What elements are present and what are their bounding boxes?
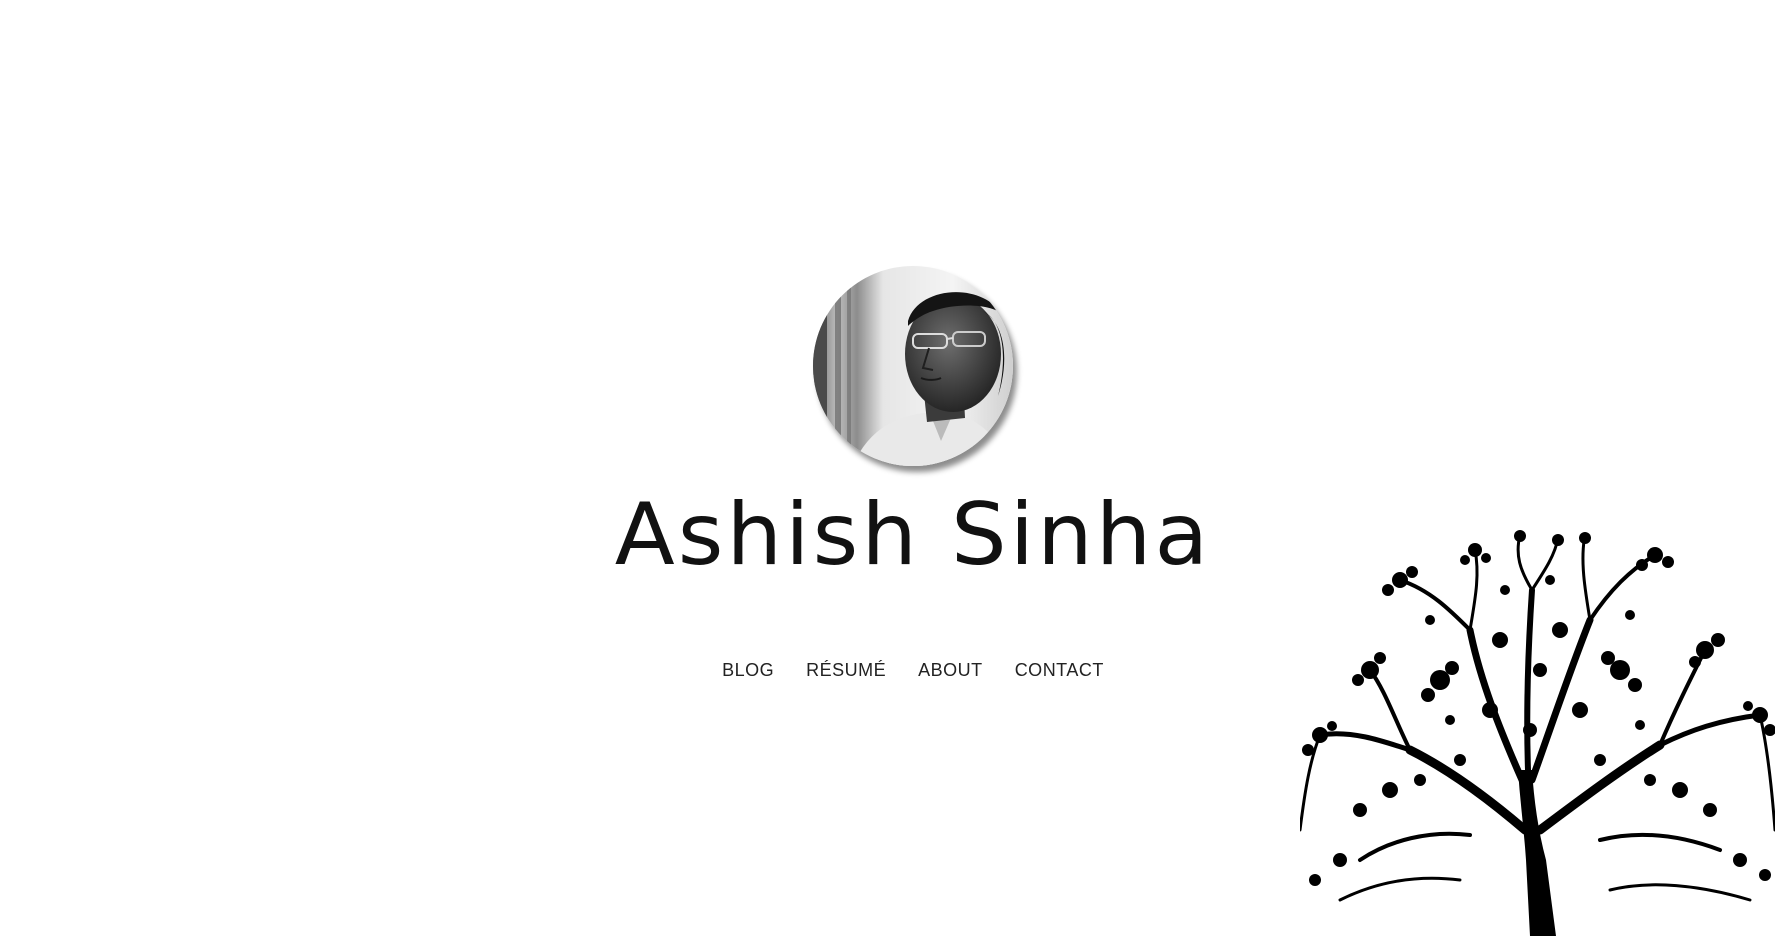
profile-photo-icon [813, 266, 1013, 466]
tree-silhouette-icon [1300, 530, 1775, 936]
avatar [813, 266, 1013, 466]
page: Ashish Sinha BLOG RÉSUMÉ ABOUT CONTACT [0, 0, 1775, 936]
nav-resume-link[interactable]: RÉSUMÉ [806, 660, 886, 681]
nav-about-link[interactable]: ABOUT [918, 660, 983, 681]
nav-blog-link[interactable]: BLOG [722, 660, 774, 681]
nav-contact-link[interactable]: CONTACT [1015, 660, 1104, 681]
